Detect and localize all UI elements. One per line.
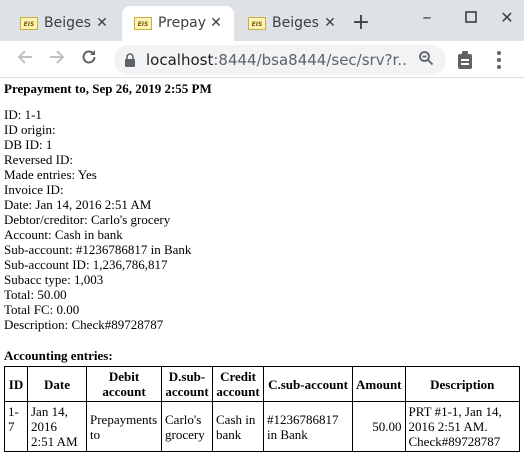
maximize-icon[interactable] [456,6,486,30]
entries-heading: Accounting entries: [4,348,113,363]
field-db-id: DB ID: 1 [4,137,53,152]
field-reversed-id: Reversed ID: [4,152,73,167]
address-bar[interactable]: localhost:8444/bsa8444/sec/srv?r... [114,45,446,75]
eis-favicon-icon: EIS [134,17,152,30]
field-date: Date: Jan 14, 2016 2:51 AM [4,197,152,212]
url-text: localhost:8444/bsa8444/sec/srv?r... [146,51,408,69]
field-total: Total: 50.00 [4,287,67,302]
cell-dsub-account: Carlo's grocery [161,401,213,452]
eis-favicon-icon: EIS [248,17,266,30]
cell-description: PRT #1-1, Jan 14, 2016 2:51 AM. Check#89… [404,401,521,452]
field-debtor-creditor: Debtor/creditor: Carlo's grocery [4,212,171,227]
col-header-description: Description [404,366,521,402]
field-invoice-id: Invoice ID: [4,182,64,197]
zoom-icon[interactable] [418,50,434,71]
col-header-date: Date [27,366,87,402]
toolbar: localhost:8444/bsa8444/sec/srv?r... [0,41,524,78]
minimize-icon[interactable]: – [412,6,442,30]
field-description: Description: Check#89728787 [4,317,164,332]
window-close-icon[interactable]: ✕ [492,6,522,30]
cell-credit-account: Cash in bank [212,401,264,452]
table-header-row: ID Date Debit account D.sub-account Cred… [4,366,521,402]
details-list: ID: 1-1 ID origin: DB ID: 1 Reversed ID:… [4,107,520,332]
extension-icon[interactable] [457,51,473,69]
new-tab-icon[interactable]: + [350,12,372,34]
close-icon[interactable]: ✕ [92,13,112,33]
col-header-csub-account: C.sub-account [263,366,353,402]
cell-amount: 50.00 [352,401,406,452]
cell-csub-account: #1236786817 in Bank [263,401,353,452]
forward-arrow-icon[interactable] [46,48,68,70]
field-sub-account-id: Sub-account ID: 1,236,786,817 [4,257,168,272]
close-icon[interactable]: ✕ [320,13,340,33]
field-account: Account: Cash in bank [4,227,123,242]
page-title: Prepayment to, Sep 26, 2019 2:55 PM [4,81,212,96]
col-header-credit-account: Credit account [212,366,264,402]
tab-strip: EIS Beiges ✕ EIS Prepay ✕ EIS Beiges ✕ +… [0,0,524,41]
close-icon[interactable]: ✕ [206,13,226,33]
url-path: :8444/bsa8444/sec/srv?r... [213,51,408,69]
lock-icon [125,53,135,67]
back-arrow-icon[interactable] [14,48,36,70]
col-header-debit-account: Debit account [86,366,162,402]
field-total-fc: Total FC: 0.00 [4,302,80,317]
kebab-menu-icon[interactable] [492,49,506,71]
entries-table: ID Date Debit account D.sub-account Cred… [4,366,521,452]
cell-id: 1-7 [4,401,28,452]
field-sub-account: Sub-account: #1236786817 in Bank [4,242,192,257]
field-subacc-type: Subacc type: 1,003 [4,272,104,287]
table-row: 1-7 Jan 14, 2016 2:51 AM Prepayments to … [4,401,521,452]
col-header-amount: Amount [352,366,406,402]
page-content: Prepayment to, Sep 26, 2019 2:55 PM ID: … [4,78,521,465]
col-header-dsub-account: D.sub-account [161,366,213,402]
browser-chrome: EIS Beiges ✕ EIS Prepay ✕ EIS Beiges ✕ +… [0,0,524,78]
tab-beiges-1[interactable]: EIS Beiges ✕ [8,6,120,41]
reload-icon[interactable] [78,48,100,70]
field-made-entries: Made entries: Yes [4,167,97,182]
field-id: ID: 1-1 [4,107,42,122]
tab-prepayment[interactable]: EIS Prepay ✕ [122,6,234,41]
cell-debit-account: Prepayments to [86,401,162,452]
eis-favicon-icon: EIS [20,17,38,30]
field-id-origin: ID origin: [4,122,56,137]
cell-date: Jan 14, 2016 2:51 AM [27,401,87,452]
col-header-id: ID [4,366,28,402]
url-host: localhost [146,51,214,69]
tab-beiges-2[interactable]: EIS Beiges ✕ [236,6,348,41]
